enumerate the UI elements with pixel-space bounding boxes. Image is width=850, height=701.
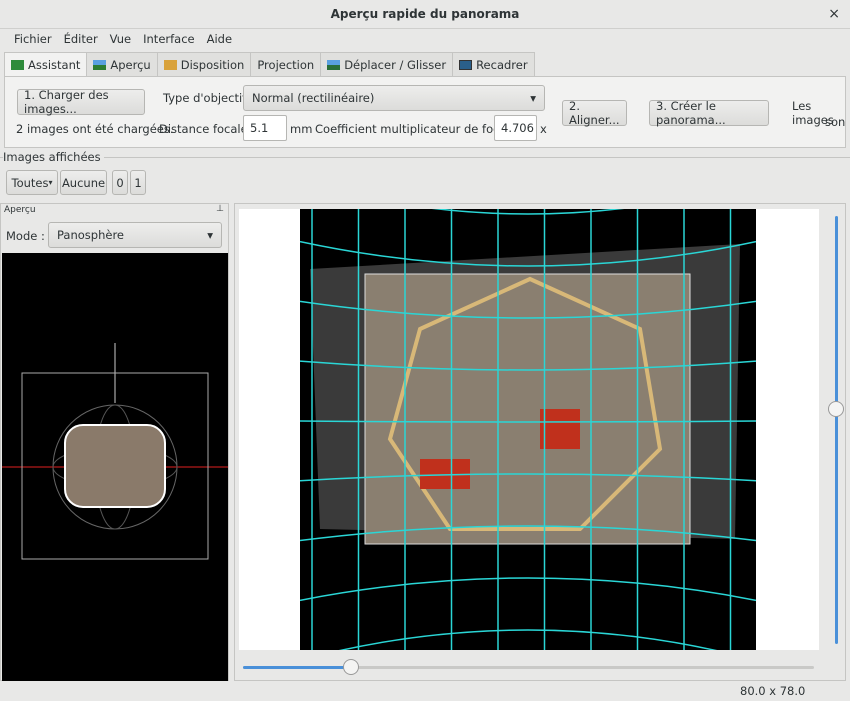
preview-area [234, 203, 846, 681]
tab-label: Recadrer [476, 57, 528, 72]
create-panorama-button[interactable]: 3. Créer le panorama... [649, 99, 769, 127]
grid-parallel [300, 577, 756, 602]
window-title: Aperçu rapide du panorama [330, 7, 520, 21]
dropdown-arrow-icon: ▾ [207, 228, 213, 242]
tab-deplacer[interactable]: Déplacer / Glisser [320, 52, 454, 76]
tab-label: Déplacer / Glisser [344, 57, 447, 72]
all-images-button[interactable]: Toutes ▾ [6, 170, 58, 195]
grid-parallel [432, 209, 624, 215]
fov-status: 80.0 x 78.0 [740, 684, 806, 698]
horizontal-slider[interactable] [243, 659, 814, 675]
tab-assistant[interactable]: Assistant [4, 52, 88, 77]
slider-fill [243, 666, 352, 669]
tab-recadrer[interactable]: Recadrer [452, 52, 535, 76]
move-icon [327, 59, 341, 70]
divider [0, 157, 850, 158]
wizard-icon [11, 60, 24, 70]
no-images-button[interactable]: Aucune [60, 170, 107, 195]
tab-disposition[interactable]: Disposition [156, 52, 252, 76]
focal-length-label: Distance focale : [159, 122, 256, 136]
crop-factor-label: Coefficient multiplicateur de focale : [315, 122, 525, 136]
title-bar: Aperçu rapide du panorama × [0, 0, 850, 29]
tab-apercu[interactable]: Aperçu [86, 52, 158, 76]
tab-label: Projection [257, 57, 315, 72]
panorama-preview [300, 209, 756, 650]
preview-dock-title: Aperçu [4, 205, 36, 215]
menu-bar: Fichier Éditer Vue Interface Aide [0, 29, 850, 49]
loaded-status: 2 images ont été chargées. [16, 122, 174, 136]
lens-type-value: Normal (rectilinéaire) [252, 91, 375, 105]
layout-icon [163, 59, 177, 70]
all-label: Toutes [11, 175, 49, 190]
crop-icon [459, 59, 473, 70]
preview-dock: Aperçu ⊥ Mode : Panosphère ▾ [0, 203, 229, 681]
load-images-button[interactable]: 1. Charger des images... [17, 88, 145, 116]
menu-editer[interactable]: Éditer [64, 32, 98, 46]
menu-vue[interactable]: Vue [110, 32, 131, 46]
tab-label: Disposition [180, 57, 245, 72]
tab-projection[interactable]: Projection [250, 52, 322, 76]
tab-label: Aperçu [110, 57, 151, 72]
pin-icon[interactable]: ⊥ [216, 204, 224, 214]
mode-select[interactable]: Panosphère ▾ [48, 222, 222, 248]
image-toggle-1[interactable]: 1 [130, 170, 146, 195]
crop-factor-input[interactable]: 4.706 [494, 115, 537, 141]
menu-fichier[interactable]: Fichier [14, 32, 52, 46]
grid-parallel [338, 629, 718, 650]
panosphere-view[interactable] [2, 253, 228, 681]
panorama-thumbnail [64, 424, 166, 508]
tab-bar: Assistant Aperçu Disposition Projection … [4, 52, 535, 77]
slider-knob[interactable] [343, 659, 360, 675]
slider-knob[interactable] [828, 400, 844, 417]
preview-canvas[interactable] [239, 209, 819, 650]
close-icon[interactable]: × [828, 0, 840, 29]
chair [540, 409, 580, 449]
dropdown-arrow-icon: ▾ [48, 178, 53, 187]
crop-unit: x [540, 122, 547, 136]
vertical-slider[interactable] [828, 216, 844, 644]
mode-value: Panosphère [57, 228, 124, 242]
lens-type-label: Type d'objectif : [163, 91, 254, 105]
info-text-2: son [825, 115, 846, 129]
focal-unit: mm [290, 122, 313, 136]
lens-type-select[interactable]: Normal (rectilinéaire) ▾ [243, 85, 545, 111]
menu-aide[interactable]: Aide [207, 32, 232, 46]
align-button[interactable]: 2. Aligner... [562, 99, 627, 127]
focal-length-input[interactable]: 5.1 [243, 115, 287, 141]
assistant-panel: 1. Charger des images... 2 images ont ét… [4, 76, 846, 148]
dropdown-arrow-icon: ▾ [530, 91, 536, 105]
image-toggle-0[interactable]: 0 [112, 170, 128, 195]
menu-interface[interactable]: Interface [143, 32, 195, 46]
displayed-images-label: Images affichées [3, 150, 104, 164]
tab-label: Assistant [28, 58, 81, 72]
mode-label: Mode : [6, 229, 45, 243]
preview-icon [93, 59, 107, 70]
